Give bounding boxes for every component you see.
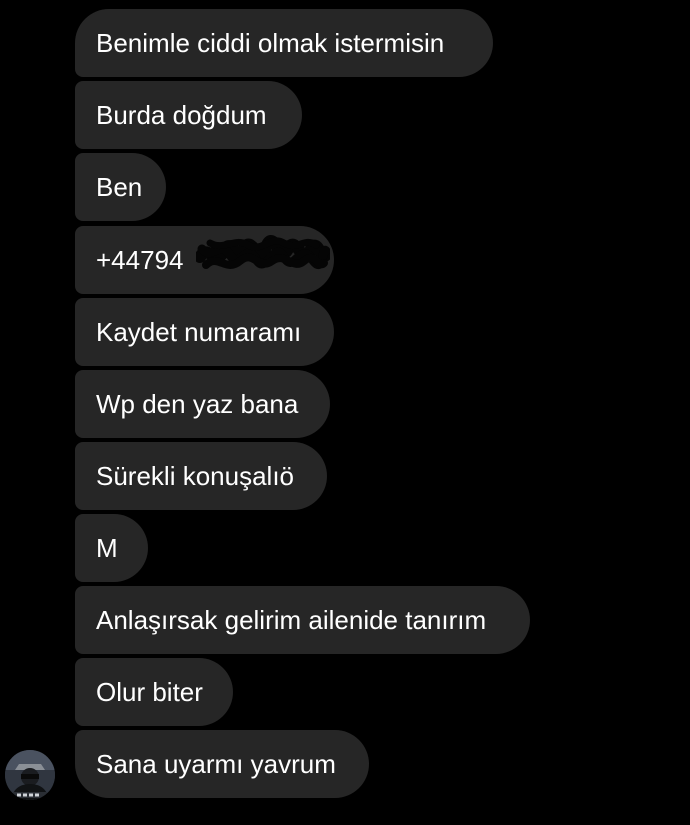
message-text: M: [96, 533, 118, 563]
redaction-scribble: [196, 235, 330, 269]
message-bubble[interactable]: Sana uyarmı yavrum: [75, 730, 369, 798]
message-text: +44794: [96, 245, 184, 275]
message-bubble[interactable]: Olur biter: [75, 658, 233, 726]
message-text: Sürekli konuşalıö: [96, 461, 294, 491]
message-bubble[interactable]: Wp den yaz bana: [75, 370, 330, 438]
message-bubble[interactable]: Kaydet numaramı: [75, 298, 334, 366]
message-bubble[interactable]: Benimle ciddi olmak istermisin: [75, 9, 493, 77]
message-bubble[interactable]: Burda doğdum: [75, 81, 302, 149]
message-text: Anlaşırsak gelirim ailenide tanırım: [96, 605, 487, 635]
message-text: Kaydet numaramı: [96, 317, 302, 347]
sender-avatar-icon[interactable]: [5, 750, 55, 800]
message-bubble[interactable]: Sürekli konuşalıö: [75, 442, 327, 510]
message-text: Ben: [96, 172, 143, 202]
message-bubble[interactable]: M: [75, 514, 148, 582]
message-thread: Benimle ciddi olmak istermisin Burda doğ…: [0, 0, 690, 825]
message-text: Benimle ciddi olmak istermisin: [96, 28, 445, 58]
message-bubble[interactable]: Ben: [75, 153, 166, 221]
message-text: Burda doğdum: [96, 100, 267, 130]
avatar-image: [5, 750, 55, 800]
message-text: Sana uyarmı yavrum: [96, 749, 336, 779]
message-text: Olur biter: [96, 677, 203, 707]
message-bubble[interactable]: Anlaşırsak gelirim ailenide tanırım: [75, 586, 530, 654]
message-text: Wp den yaz bana: [96, 389, 299, 419]
